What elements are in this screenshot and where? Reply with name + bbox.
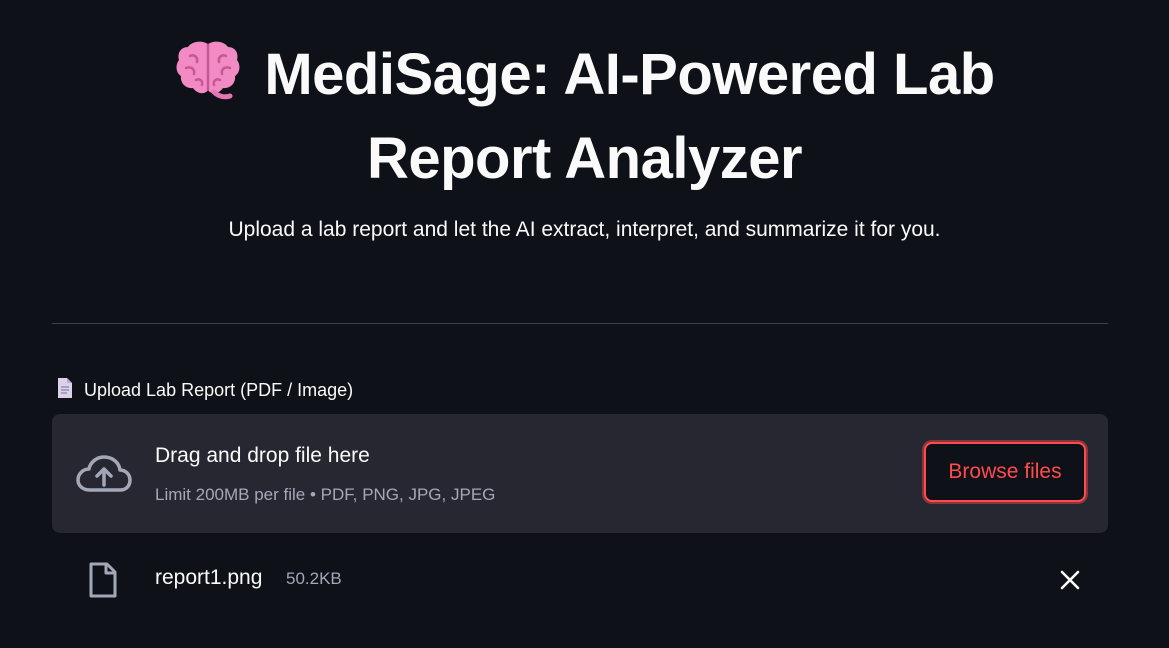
cloud-upload-icon [76,454,132,499]
uploader-label: Upload Lab Report (PDF / Image) [56,377,353,403]
page-title: MediSage: AI-Powered Lab Report Analyzer [135,36,1035,198]
uploader-label-text: Upload Lab Report (PDF / Image) [84,379,354,400]
file-dropzone[interactable]: Drag and drop file here Limit 200MB per … [52,414,1108,533]
document-icon [56,377,74,404]
app-page: MediSage: AI-Powered Lab Report Analyzer… [0,0,1169,648]
brain-icon [174,38,242,120]
file-name: report1.png [155,566,263,589]
page-title-text: MediSage: AI-Powered Lab Report Analyzer [264,42,995,191]
browse-files-button[interactable]: Browse files [924,442,1086,502]
dropzone-instructions: Drag and drop file here [155,444,370,467]
divider [52,323,1108,324]
uploaded-file-item: report1.png 50.2KB [52,556,1108,604]
file-icon [88,562,118,603]
file-size: 50.2KB [286,569,342,588]
close-icon[interactable] [1058,568,1082,592]
header: MediSage: AI-Powered Lab Report Analyzer [0,36,1169,198]
dropzone-limit-text: Limit 200MB per file • PDF, PNG, JPG, JP… [155,485,496,504]
page-subtitle: Upload a lab report and let the AI extra… [228,218,941,241]
